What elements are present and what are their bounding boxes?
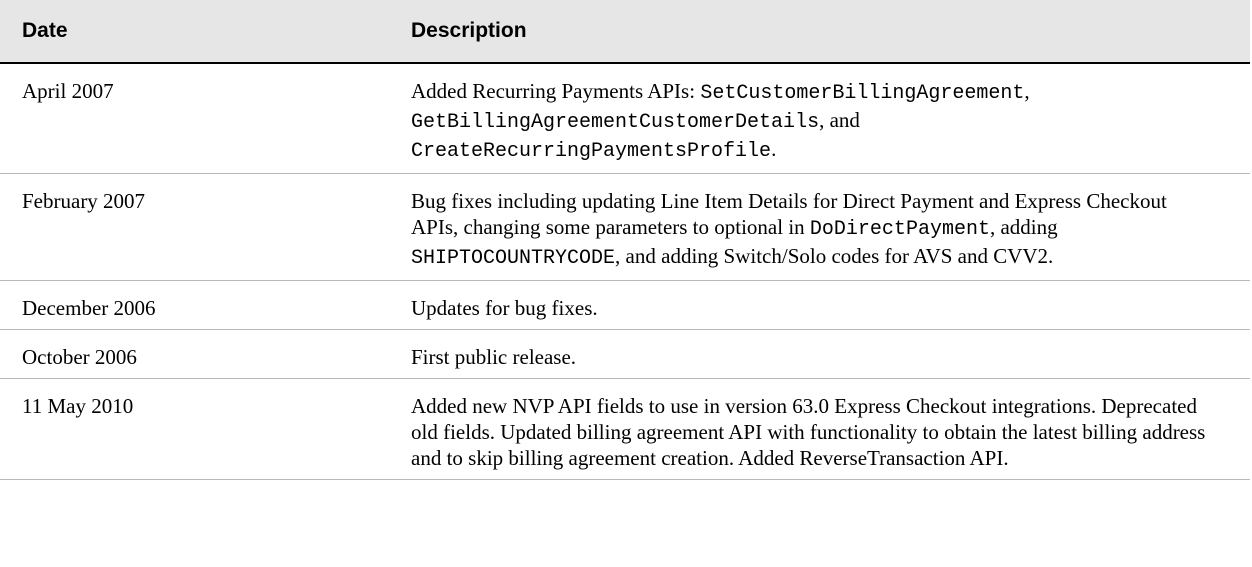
row-date: October 2006 <box>0 329 389 379</box>
table-row: October 2006 First public release. <box>0 329 1250 379</box>
row-description: Updates for bug fixes. <box>389 280 1250 330</box>
code-term: SHIPTOCOUNTRYCODE <box>411 247 616 270</box>
description-text: . <box>771 137 777 161</box>
description-column-header: Description <box>389 0 1250 64</box>
description-text: First public release. <box>411 345 577 369</box>
table-header-row: Date Description <box>0 0 1250 64</box>
row-date: 11 May 2010 <box>0 378 389 480</box>
row-date: February 2007 <box>0 173 389 281</box>
row-date: April 2007 <box>0 63 389 174</box>
code-term: DoDirectPayment <box>809 218 990 241</box>
description-text: , <box>1024 79 1030 103</box>
code-term: GetBillingAgreementCustomerDetails <box>411 111 820 134</box>
table-row: December 2006 Updates for bug fixes. <box>0 280 1250 330</box>
description-text: Added new NVP API fields to use in versi… <box>411 394 1206 470</box>
table-row: February 2007 Bug fixes including updati… <box>0 173 1250 281</box>
description-text: , adding <box>989 215 1058 239</box>
row-date: December 2006 <box>0 280 389 330</box>
description-text: Added Recurring Payments APIs: <box>411 79 701 103</box>
row-description: Bug fixes including updating Line Item D… <box>389 173 1250 281</box>
description-text: , and <box>819 108 860 132</box>
description-text: , and adding Switch/Solo codes for AVS a… <box>615 244 1054 268</box>
code-term: CreateRecurringPaymentsProfile <box>411 140 772 163</box>
table-row: 11 May 2010 Added new NVP API fields to … <box>0 378 1250 480</box>
row-description: Added new NVP API fields to use in versi… <box>389 378 1250 480</box>
row-description: First public release. <box>389 329 1250 379</box>
row-description: Added Recurring Payments APIs: SetCustom… <box>389 63 1250 174</box>
date-column-header: Date <box>0 0 389 64</box>
code-term: SetCustomerBillingAgreement <box>700 82 1025 105</box>
description-text: Updates for bug fixes. <box>411 296 598 320</box>
table-row: April 2007 Added Recurring Payments APIs… <box>0 63 1250 174</box>
revision-history-table: Date Description April 2007 Added Recurr… <box>0 0 1250 480</box>
